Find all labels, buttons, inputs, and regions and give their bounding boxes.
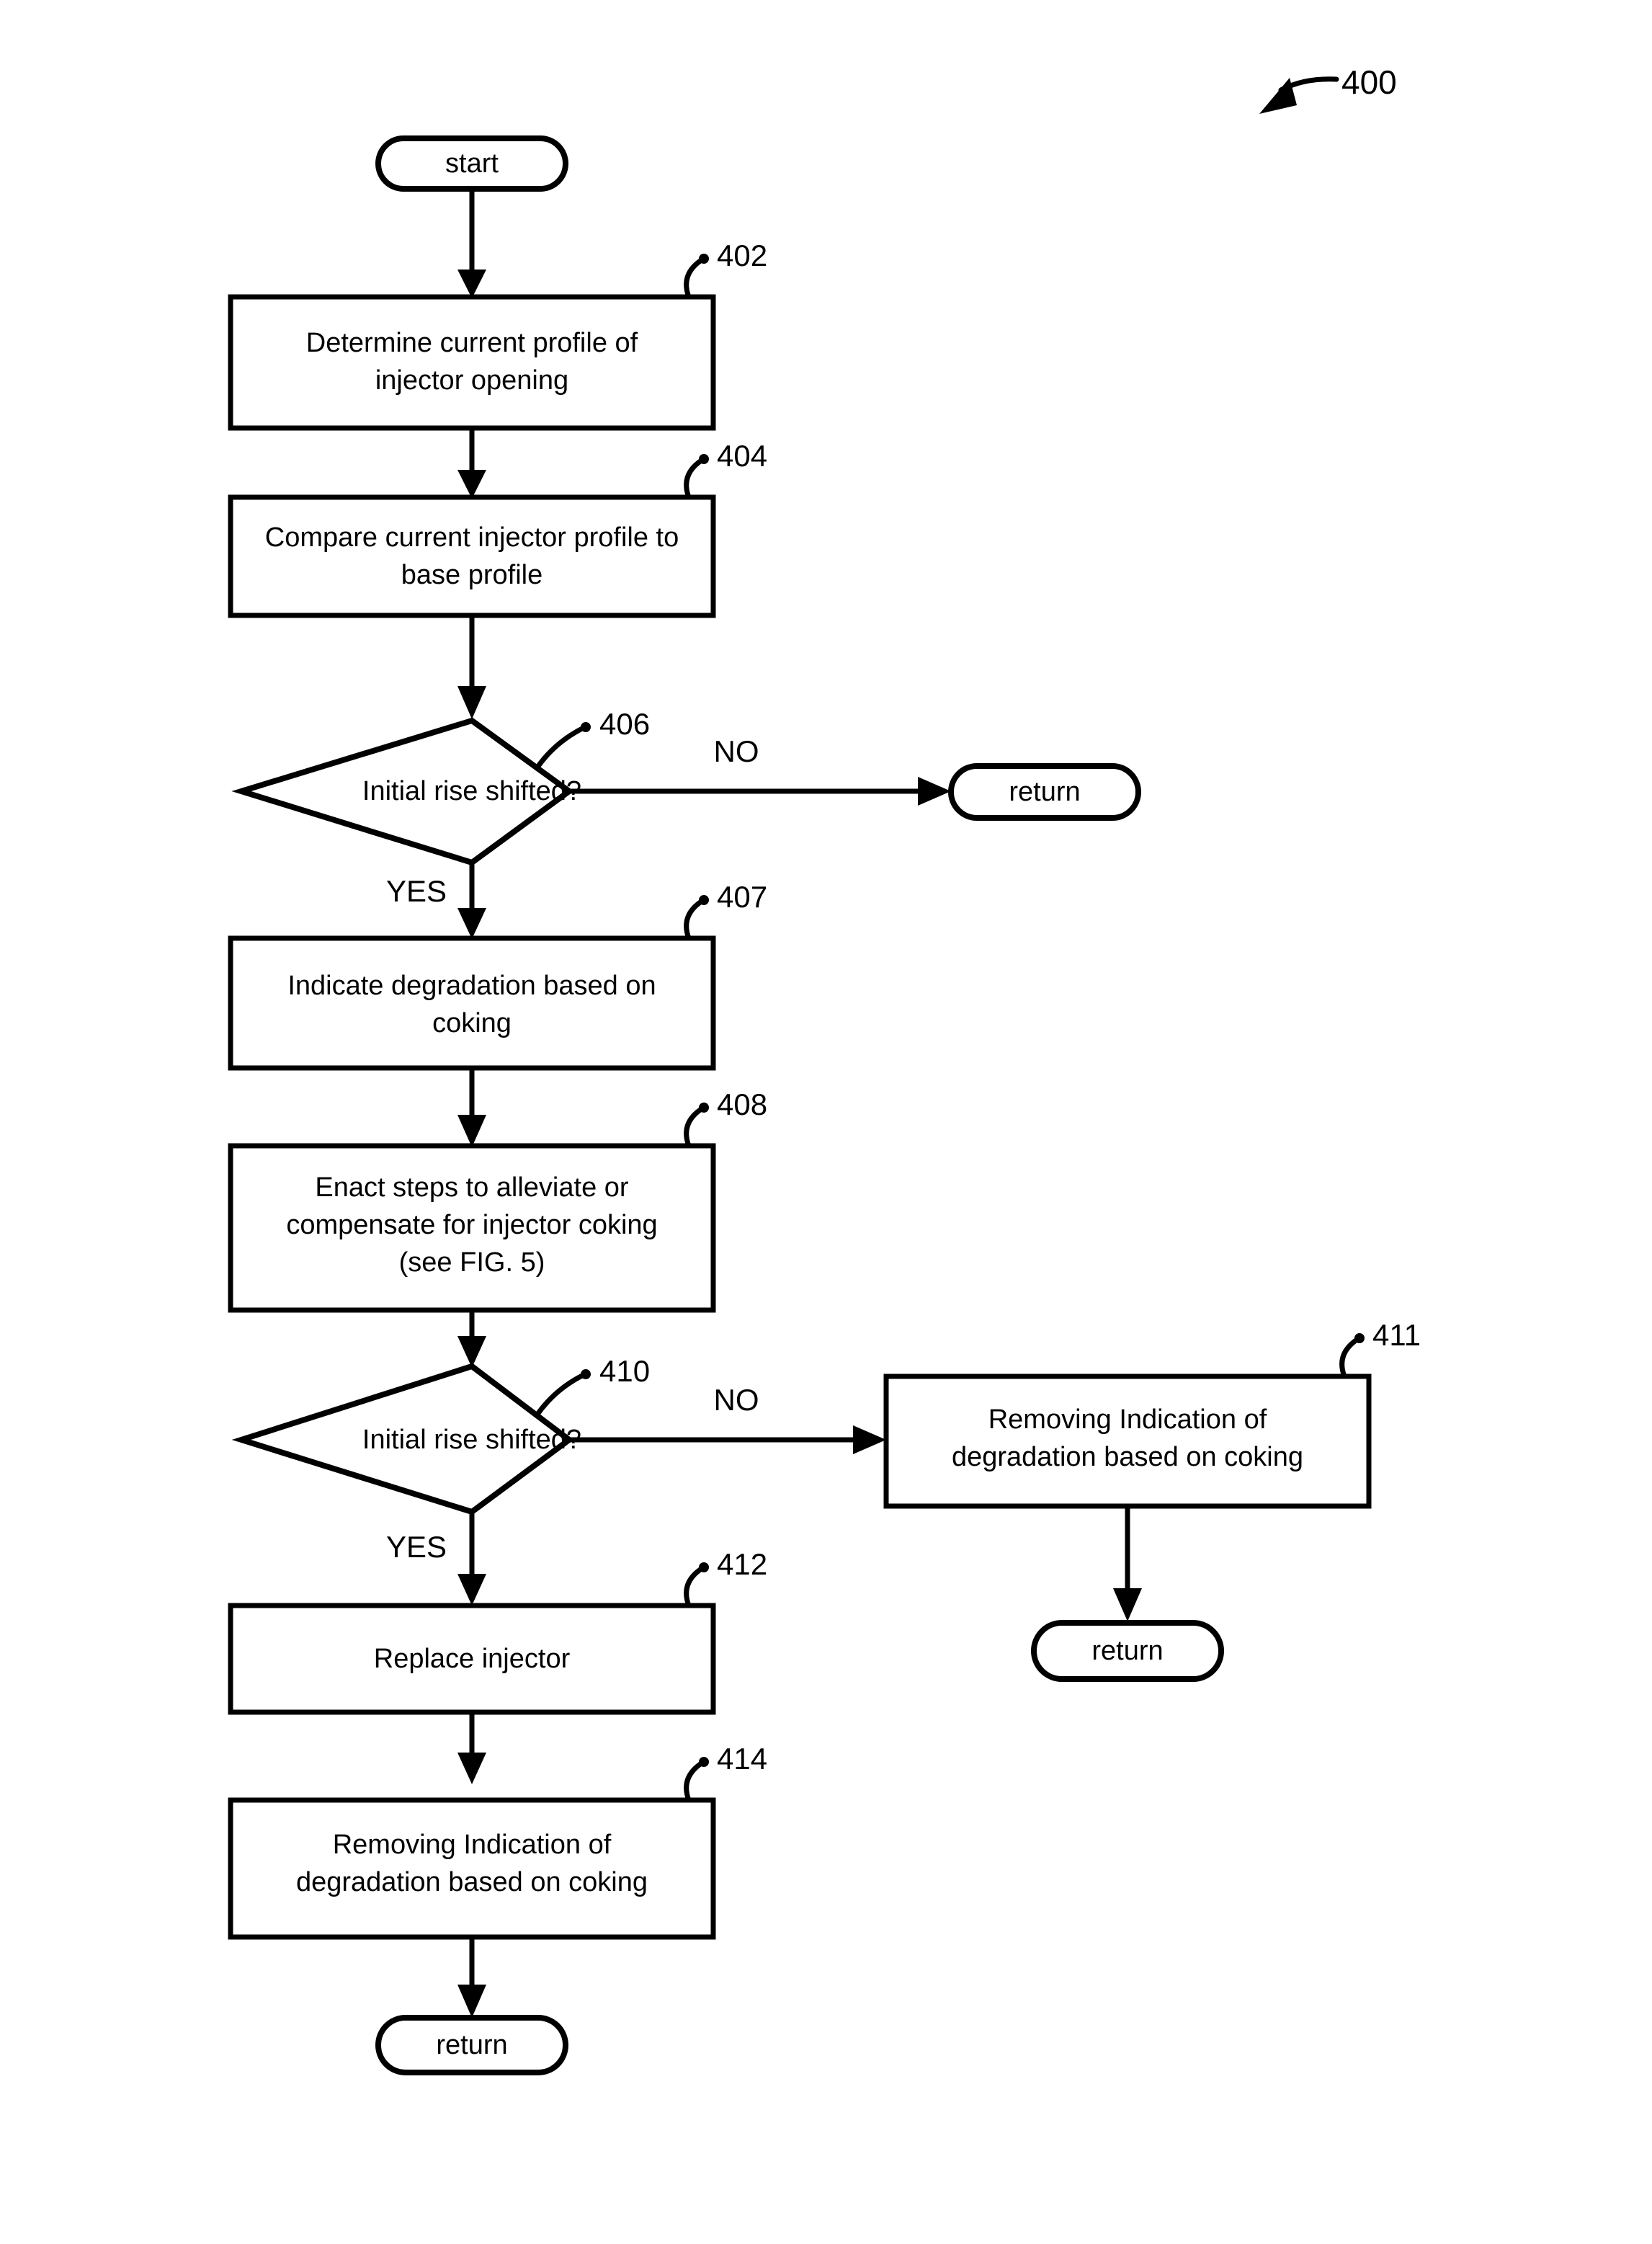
step-412-ref-dot (699, 1562, 709, 1572)
connector-404-to-406 (457, 615, 486, 719)
step-407-ref-dot (699, 895, 709, 905)
step-408-line-1: Enact steps to alleviate or (315, 1172, 628, 1203)
connector-407-to-408 (457, 1068, 486, 1147)
branch-410-no-arrowhead (853, 1425, 886, 1454)
connector-arrowhead (457, 1336, 486, 1368)
step-404-ref-leader (684, 457, 705, 500)
connector-arrowhead (457, 470, 486, 499)
branch-410-no: NO (569, 1383, 886, 1454)
branch-406-yes-arrowhead (457, 908, 486, 939)
decision-410-ref-leader (534, 1372, 586, 1418)
decision-406-ref-dot (581, 722, 591, 732)
step-411-line-2: degradation based on coking (952, 1442, 1303, 1472)
node-return-411: return (1031, 1620, 1224, 1682)
decision-410-ref-dot (581, 1369, 591, 1379)
step-411-line-1: Removing Indication of (988, 1404, 1267, 1435)
step-402-ref-leader (684, 257, 705, 300)
step-414-ref-leader (684, 1760, 705, 1803)
step-404-ref-label: 404 (717, 439, 767, 473)
step-402-box (228, 294, 716, 431)
step-402-ref-dot (699, 254, 709, 264)
connector-411-to-return (1113, 1506, 1142, 1621)
step-414-line-2: degradation based on coking (296, 1867, 648, 1897)
node-step-411: Removing Indication of degradation based… (883, 1318, 1421, 1509)
return-406-label: return (1009, 777, 1080, 807)
step-408-ref-label: 408 (717, 1087, 767, 1121)
return-414-label: return (436, 2030, 507, 2060)
figure-reference-400: 400 (1259, 63, 1397, 114)
node-return-414: return (375, 2015, 568, 2075)
connector-arrowhead (1113, 1588, 1142, 1621)
connector-start-to-402 (457, 189, 486, 298)
step-412-ref-leader (684, 1565, 705, 1608)
branch-406-no: NO (569, 734, 951, 806)
step-404-box (228, 494, 716, 618)
node-step-407: Indicate degradation based on coking 407 (228, 880, 767, 1071)
branch-410-no-label: NO (714, 1383, 759, 1417)
step-404-ref-dot (699, 454, 709, 464)
step-407-line-2: coking (432, 1008, 512, 1038)
decision-410-ref-label: 410 (599, 1354, 650, 1388)
node-decision-410: Initial rise shifted? 410 (231, 1354, 650, 1515)
connector-arrowhead (457, 1753, 486, 1784)
step-407-box (228, 935, 716, 1071)
node-step-402: Determine current profile of injector op… (228, 239, 767, 431)
step-412-line-1: Replace injector (374, 1644, 571, 1674)
step-408-ref-leader (684, 1105, 705, 1149)
branch-406-no-arrowhead (918, 777, 951, 806)
branch-410-yes-label: YES (386, 1530, 447, 1564)
branch-410-yes: YES (386, 1512, 486, 1606)
step-402-ref-label: 402 (717, 239, 767, 272)
return-411-label: return (1091, 1636, 1163, 1666)
step-407-ref-label: 407 (717, 880, 767, 914)
node-step-404: Compare current injector profile to base… (228, 439, 767, 618)
connector-arrowhead (457, 270, 486, 298)
connector-412-to-414 (457, 1712, 486, 1784)
step-404-line-1: Compare current injector profile to (265, 522, 679, 553)
decision-406-ref-leader (534, 725, 586, 771)
step-407-ref-leader (684, 898, 705, 941)
decision-406-label: Initial rise shifted? (362, 776, 581, 806)
step-414-line-1: Removing Indication of (333, 1830, 612, 1860)
step-411-box (883, 1373, 1372, 1509)
step-411-ref-leader (1339, 1336, 1361, 1379)
branch-406-yes: YES (386, 863, 486, 939)
node-start: start (375, 135, 568, 192)
step-404-line-2: base profile (401, 560, 543, 590)
connector-arrowhead (457, 1985, 486, 2018)
step-414-ref-label: 414 (717, 1742, 767, 1776)
node-step-412: Replace injector 412 (228, 1547, 767, 1715)
step-402-line-2: injector opening (375, 365, 568, 396)
figure-canvas: 400 start Determine current profile of i… (0, 0, 1652, 2244)
branch-406-yes-label: YES (386, 874, 447, 908)
connector-408-to-410 (457, 1310, 486, 1368)
node-step-414: Removing Indication of degradation based… (228, 1742, 767, 1940)
connector-402-to-404 (457, 428, 486, 499)
step-411-ref-label: 411 (1372, 1318, 1421, 1352)
node-return-406-no: return (948, 763, 1141, 821)
decision-406-ref-label: 406 (599, 707, 650, 741)
connector-arrowhead (457, 686, 486, 719)
step-402-line-1: Determine current profile of (306, 328, 638, 358)
step-411-ref-dot (1354, 1333, 1365, 1343)
branch-410-yes-arrowhead (457, 1574, 486, 1606)
node-decision-406: Initial rise shifted? 406 (231, 707, 650, 866)
node-step-408: Enact steps to alleviate or compensate f… (228, 1087, 767, 1313)
flowchart-diagram: 400 start Determine current profile of i… (228, 63, 1421, 2075)
step-407-line-1: Indicate degradation based on (287, 971, 656, 1001)
step-408-ref-dot (699, 1103, 709, 1113)
step-408-line-2: compensate for injector coking (286, 1210, 657, 1240)
start-label: start (445, 148, 499, 179)
decision-410-label: Initial rise shifted? (362, 1425, 581, 1455)
connector-arrowhead (457, 1115, 486, 1147)
branch-406-no-label: NO (714, 734, 759, 768)
figure-number-label: 400 (1341, 63, 1397, 101)
connector-414-to-return (457, 1937, 486, 2018)
step-408-line-3: (see FIG. 5) (399, 1247, 545, 1278)
step-414-ref-dot (699, 1757, 709, 1767)
step-412-ref-label: 412 (717, 1547, 767, 1581)
